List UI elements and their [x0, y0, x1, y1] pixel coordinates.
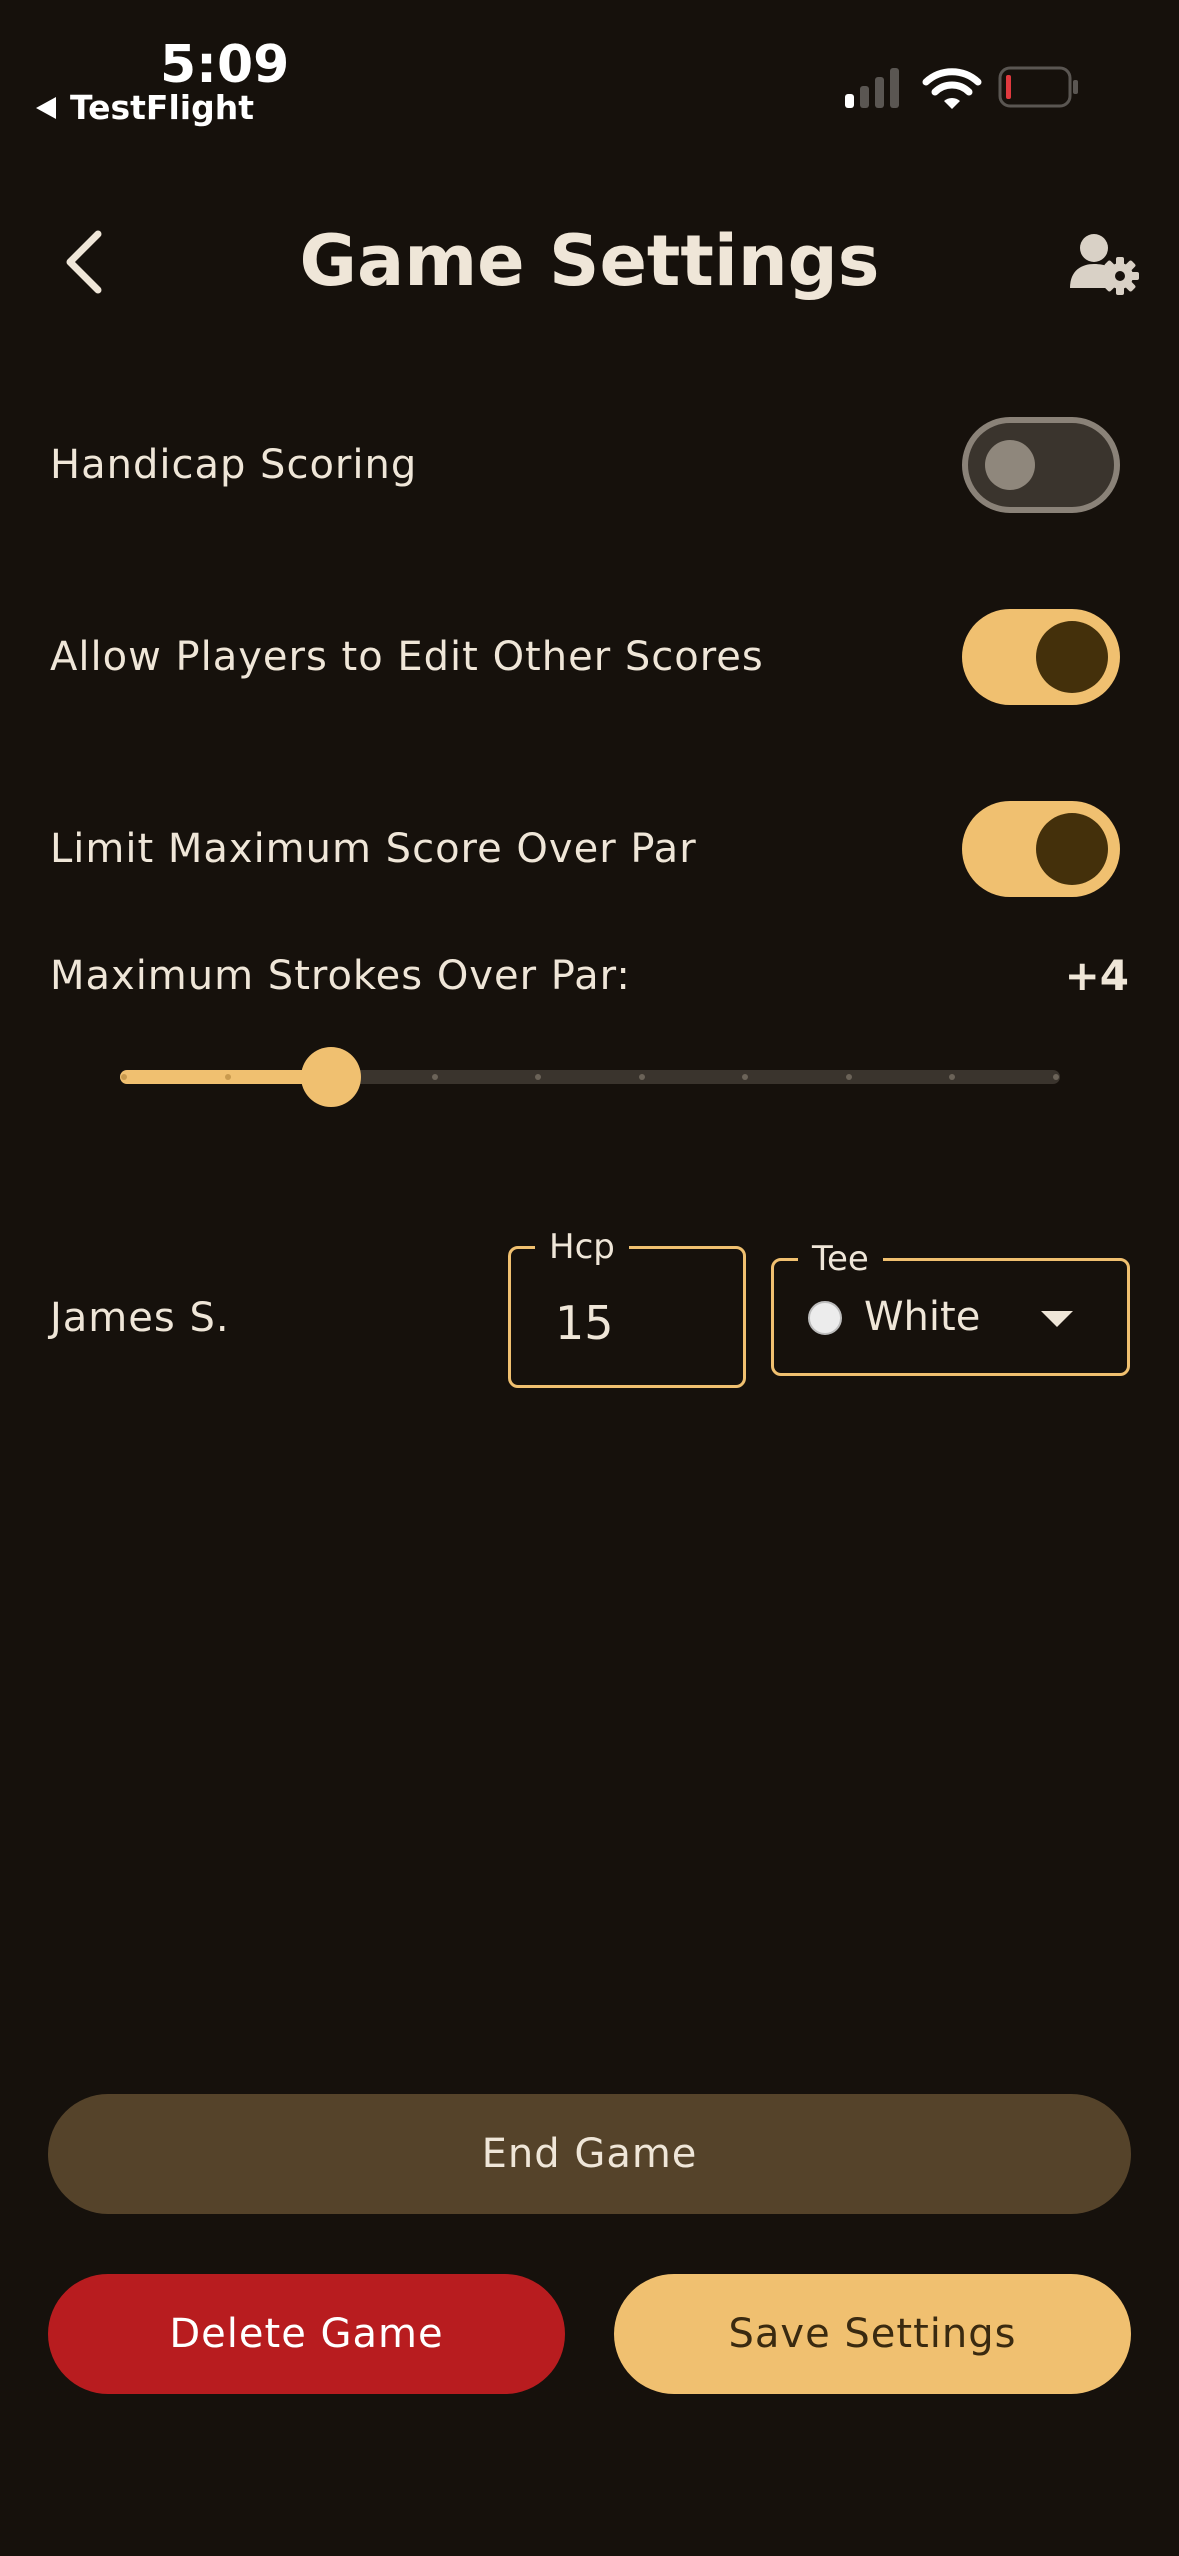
- slider-step-dot: [431, 1074, 438, 1080]
- toggle-knob: [985, 440, 1035, 490]
- hcp-label: Hcp: [535, 1225, 629, 1269]
- allow-edit-scores-toggle[interactable]: [962, 609, 1120, 705]
- chevron-down-icon: [1041, 1311, 1073, 1327]
- user-gear-icon[interactable]: [1068, 230, 1142, 300]
- cellular-signal-icon: [845, 68, 899, 108]
- battery-low-icon: [998, 66, 1078, 108]
- hcp-input[interactable]: Hcp 15: [508, 1225, 746, 1388]
- slider-step-dot: [1053, 1074, 1059, 1080]
- limit-max-score-toggle[interactable]: [962, 801, 1120, 897]
- toggle-knob: [1036, 621, 1108, 693]
- wifi-icon: [922, 68, 982, 109]
- slider-step-dot: [121, 1074, 127, 1080]
- tee-label: Tee: [798, 1237, 883, 1281]
- back-triangle-icon: [36, 96, 56, 119]
- max-strokes-label: Maximum Strokes Over Par:: [50, 953, 631, 999]
- hcp-value: 15: [555, 1296, 614, 1350]
- page-title: Game Settings: [299, 220, 880, 302]
- allow-edit-scores-label: Allow Players to Edit Other Scores: [50, 634, 764, 680]
- handicap-scoring-toggle[interactable]: [962, 417, 1120, 513]
- toggle-knob: [1036, 813, 1108, 885]
- handicap-scoring-label: Handicap Scoring: [50, 442, 418, 488]
- end-game-button[interactable]: End Game: [48, 2094, 1131, 2214]
- slider-step-dot: [845, 1074, 852, 1080]
- back-app-label: TestFlight: [70, 88, 254, 127]
- tee-color-dot-icon: [808, 1301, 842, 1335]
- limit-max-score-label: Limit Maximum Score Over Par: [50, 826, 697, 872]
- delete-game-button[interactable]: Delete Game: [48, 2274, 565, 2394]
- tee-value: White: [864, 1294, 981, 1340]
- slider-thumb[interactable]: [301, 1047, 362, 1107]
- slider-step-dot: [638, 1074, 645, 1080]
- player-name: James S.: [50, 1295, 230, 1341]
- save-settings-button[interactable]: Save Settings: [614, 2274, 1131, 2394]
- slider-step-dot: [224, 1074, 231, 1080]
- tee-select[interactable]: Tee White: [771, 1237, 1130, 1376]
- back-to-testflight-link[interactable]: TestFlight: [36, 88, 254, 127]
- max-strokes-value: +4: [1064, 951, 1129, 1000]
